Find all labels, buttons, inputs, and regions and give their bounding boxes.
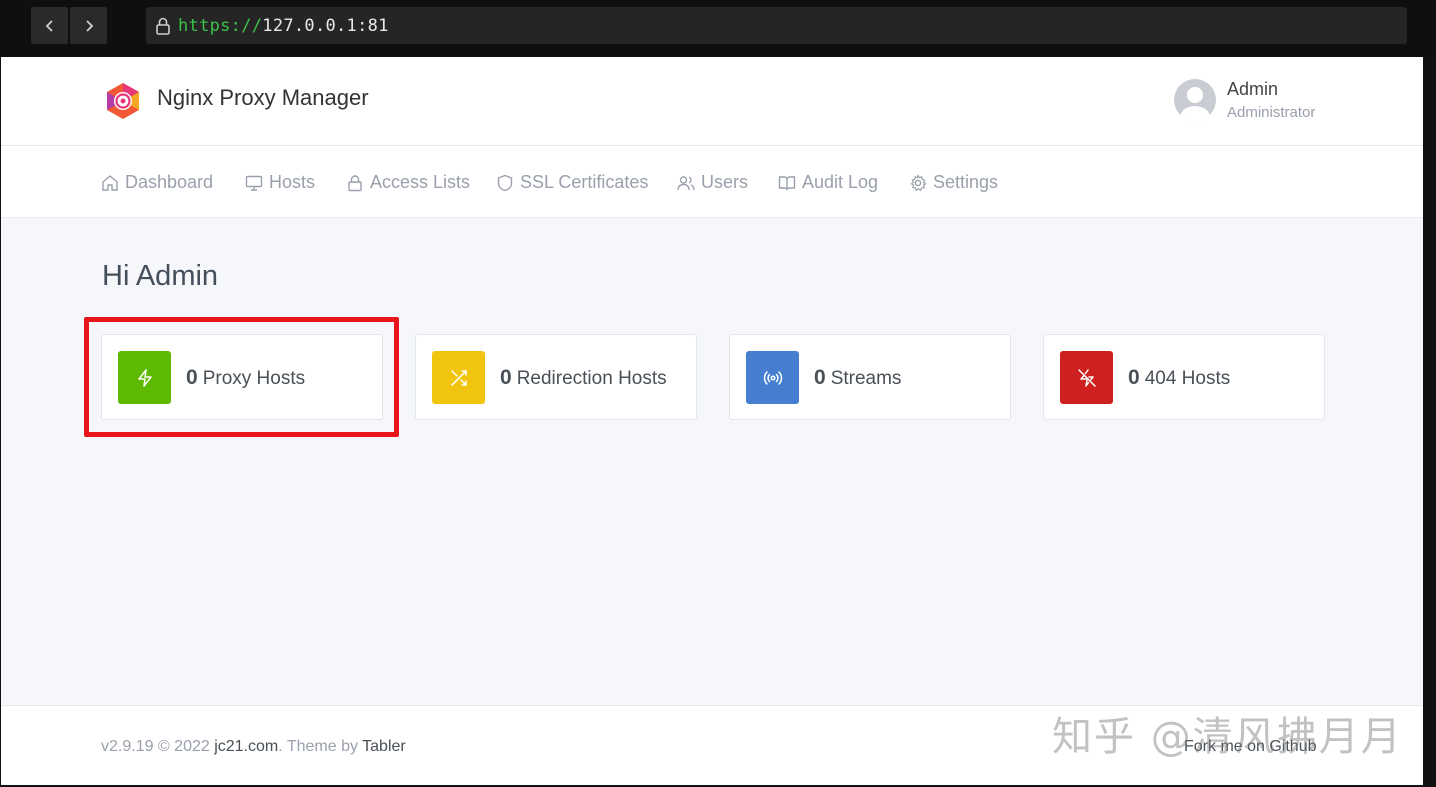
card-text: 0 404 Hosts: [1128, 366, 1230, 390]
user-avatar-icon: [1180, 87, 1210, 121]
card-icon-box: [432, 351, 485, 404]
zap-off-icon: [1077, 368, 1096, 387]
nav-item-label: Users: [701, 172, 749, 192]
card-text: 0 Redirection Hosts: [500, 366, 667, 390]
nav-item-label: Settings: [933, 172, 999, 192]
gear-icon: [910, 173, 927, 191]
card-text: 0 Streams: [814, 366, 901, 390]
lock-icon: [348, 174, 362, 191]
chevron-right-icon: [85, 19, 93, 32]
nav-item-dashboard[interactable]: Dashboard: [101, 172, 213, 193]
card-404-hosts[interactable]: 0 404 Hosts: [1043, 334, 1325, 420]
brand-title[interactable]: Nginx Proxy Manager: [157, 85, 369, 111]
nav-item-settings[interactable]: Settings: [909, 172, 998, 193]
radio-icon: [763, 370, 782, 385]
lock-icon: [156, 17, 170, 35]
card-label: Streams: [830, 368, 902, 389]
book-icon: [778, 175, 796, 190]
url-scheme: https://: [178, 15, 263, 36]
nav-item-hosts[interactable]: Hosts: [245, 172, 315, 193]
card-icon-box: [746, 351, 799, 404]
logo-icon[interactable]: [103, 81, 143, 121]
nav-item-label: Access Lists: [370, 172, 471, 192]
footer-site-link[interactable]: jc21.com: [214, 738, 278, 755]
card-label: 404 Hosts: [1144, 368, 1231, 389]
highlight-box: [84, 317, 399, 437]
forward-button[interactable]: [70, 7, 107, 44]
url-host: 127.0.0.1:81: [262, 15, 389, 36]
monitor-icon: [245, 175, 263, 191]
home-icon: [102, 174, 118, 191]
card-count: 0: [500, 366, 512, 389]
card-redirection-hosts[interactable]: 0 Redirection Hosts: [415, 334, 697, 420]
card-streams[interactable]: 0 Streams: [729, 334, 1011, 420]
nav-item-label: Dashboard: [125, 172, 214, 192]
card-label: Redirection Hosts: [516, 368, 667, 389]
card-count: 0: [1128, 366, 1140, 389]
footer-theme-link[interactable]: Tabler: [362, 738, 406, 755]
footer-version: v2.9.19 © 2022: [101, 738, 215, 755]
nav-item-users[interactable]: Users: [677, 172, 748, 193]
nav-item-audit-log[interactable]: Audit Log: [778, 172, 878, 193]
watermark: 知乎 @清风拂月月: [1052, 714, 1403, 760]
nav-item-label: SSL Certificates: [520, 172, 649, 192]
nav-item-access-lists[interactable]: Access Lists: [346, 172, 470, 193]
page: Nginx Proxy Manager Admin Administrator …: [1, 57, 1423, 785]
user-role: Administrator: [1227, 104, 1316, 121]
app-header: Nginx Proxy Manager Admin Administrator: [1, 57, 1423, 146]
avatar[interactable]: [1174, 79, 1216, 121]
back-button[interactable]: [31, 7, 68, 44]
main-nav: Dashboard Hosts Access Lists SSL Certifi…: [1, 146, 1423, 218]
nav-item-label: Audit Log: [802, 172, 879, 192]
nav-item-ssl-certificates[interactable]: SSL Certificates: [496, 172, 648, 193]
nav-item-label: Hosts: [269, 172, 316, 192]
users-icon: [677, 175, 695, 190]
address-bar[interactable]: https://127.0.0.1:81: [146, 7, 1407, 44]
footer-theme-by: . Theme by: [278, 738, 363, 755]
shield-icon: [497, 174, 513, 191]
user-name[interactable]: Admin: [1227, 79, 1278, 100]
url-text: https://127.0.0.1:81: [178, 16, 389, 36]
chevron-left-icon: [45, 19, 53, 32]
card-icon-box: [1060, 351, 1113, 404]
page-title: Hi Admin: [102, 260, 219, 292]
footer-credits: v2.9.19 © 2022 jc21.com. Theme by Tabler: [101, 738, 406, 756]
browser-toolbar: https://127.0.0.1:81: [0, 0, 1436, 57]
card-count: 0: [814, 366, 826, 389]
shuffle-icon: [450, 369, 467, 386]
